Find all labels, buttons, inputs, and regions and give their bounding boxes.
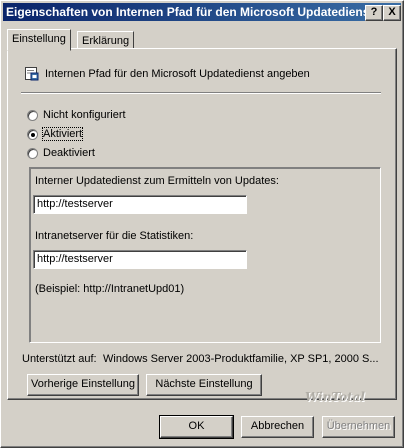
supported-on-label: Unterstützt auf:	[22, 353, 97, 365]
apply-button[interactable]: Übernehmen	[322, 416, 395, 438]
separator	[21, 92, 381, 94]
radio-nicht-konfiguriert-circle[interactable]	[27, 110, 38, 121]
update-service-label: Interner Updatedienst zum Ermitteln von …	[35, 175, 279, 187]
watermark-logo: WinTotal	[305, 390, 365, 404]
policy-name: Internen Pfad für den Microsoft Updatedi…	[45, 68, 310, 80]
stats-server-label: Intranetserver für die Statistiken:	[35, 230, 194, 242]
tab-erklaerung-label: Erklärung	[82, 35, 130, 47]
close-button[interactable]: X	[383, 5, 401, 21]
radio-deaktiviert-circle[interactable]	[27, 148, 38, 159]
radio-aktiviert-circle[interactable]	[27, 129, 38, 140]
title-bar[interactable]: Eigenschaften von Internen Pfad für den …	[3, 3, 401, 21]
example-text: (Beispiel: http://IntranetUpd01)	[35, 283, 185, 295]
radio-aktiviert-label[interactable]: Aktiviert	[41, 127, 84, 141]
tab-einstellung-label: Einstellung	[12, 33, 66, 45]
update-service-input[interactable]: http://testserver	[33, 195, 247, 214]
radio-deaktiviert-label[interactable]: Deaktiviert	[43, 147, 95, 159]
properties-dialog: Eigenschaften von Internen Pfad für den …	[0, 0, 404, 448]
cancel-button[interactable]: Abbrechen	[241, 416, 314, 438]
window-title: Eigenschaften von Internen Pfad für den …	[6, 5, 366, 19]
tab-einstellung[interactable]: Einstellung	[7, 29, 71, 51]
radio-nicht-konfiguriert-label[interactable]: Nicht konfiguriert	[43, 109, 126, 121]
stats-server-input[interactable]: http://testserver	[33, 250, 247, 269]
help-button[interactable]: ?	[365, 5, 383, 21]
supported-on-value: Windows Server 2003-Produktfamilie, XP S…	[103, 353, 379, 365]
ok-button[interactable]: OK	[159, 415, 234, 439]
previous-setting-button[interactable]: Vorherige Einstellung	[27, 374, 139, 396]
policy-setting-icon	[25, 67, 39, 81]
tab-erklaerung[interactable]: Erklärung	[77, 31, 135, 48]
next-setting-button[interactable]: Nächste Einstellung	[146, 374, 262, 396]
